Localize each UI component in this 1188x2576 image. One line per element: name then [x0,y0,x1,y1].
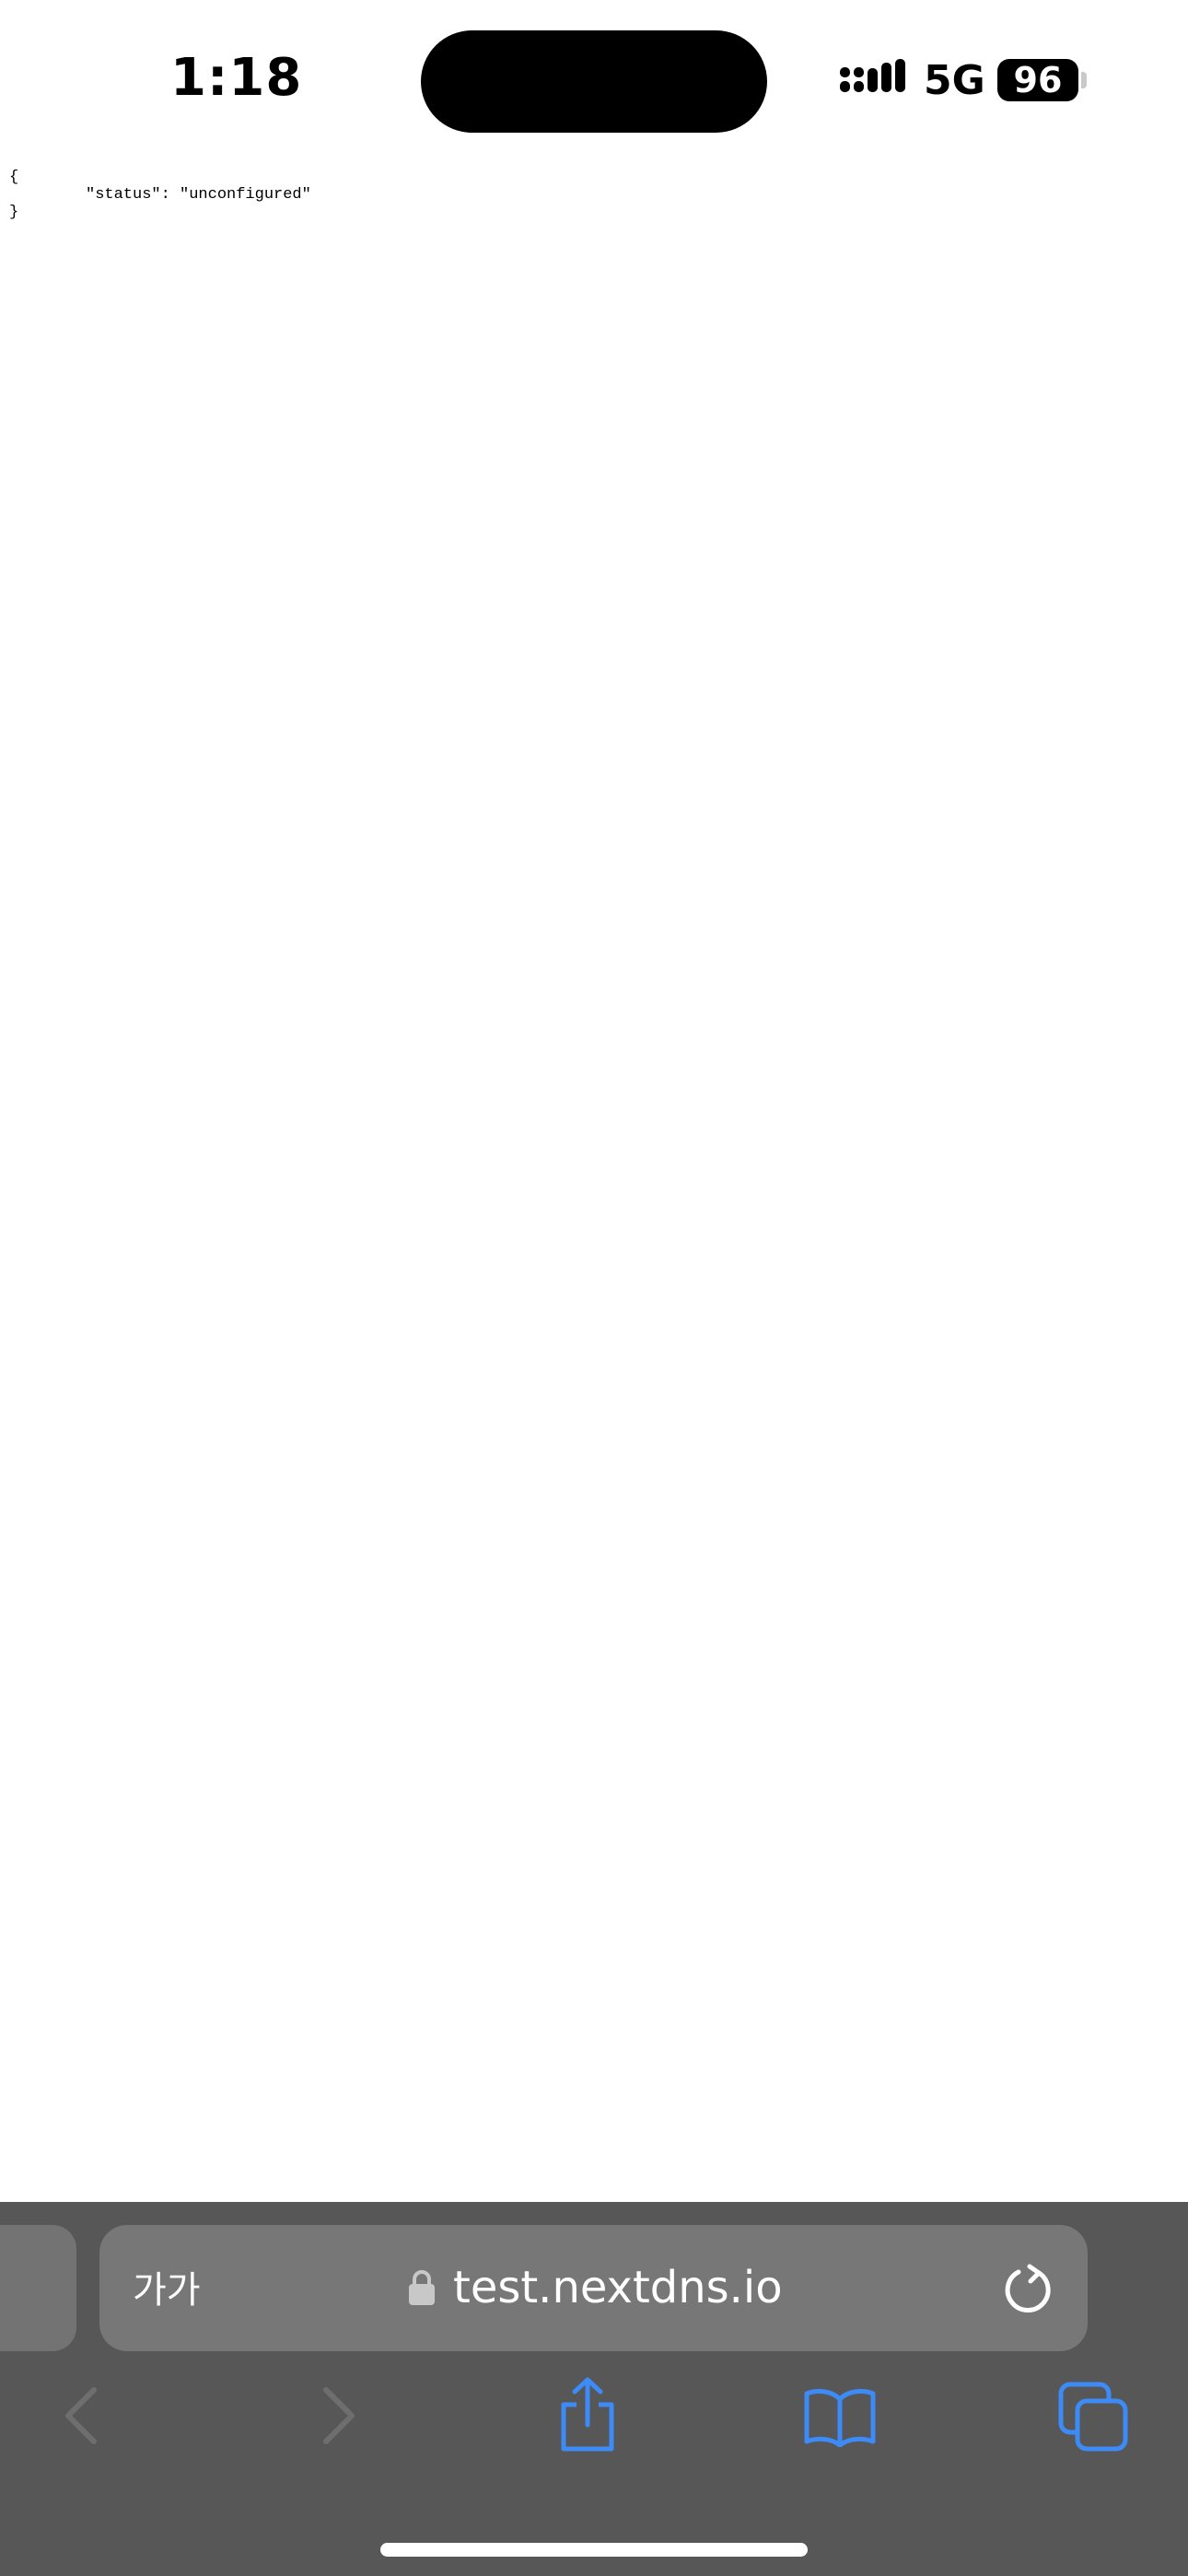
cellular-signal-icon [840,59,905,92]
json-response: { "status": "unconfigured" } [9,169,311,221]
reload-icon[interactable] [1002,2264,1054,2315]
json-status-line: "status": "unconfigured" [86,186,311,204]
json-open-brace: { [9,169,19,186]
url-display[interactable]: test.nextdns.io [409,2255,783,2320]
share-icon[interactable] [556,2377,619,2453]
text-size-button[interactable]: 가가 [133,2260,201,2313]
json-close-brace: } [9,204,19,221]
dynamic-island [421,30,767,133]
status-time: 1:18 [170,48,303,108]
address-bar[interactable]: 가가 test.nextdns.io [99,2225,1088,2351]
tabs-icon[interactable] [1057,2381,1129,2453]
back-chevron-icon[interactable] [61,2386,101,2445]
home-indicator[interactable] [380,2543,808,2557]
previous-tab-preview[interactable] [0,2225,76,2351]
battery-indicator: 96 [997,59,1078,101]
lock-icon [409,2270,435,2305]
battery-cap [1081,72,1087,88]
url-text[interactable]: test.nextdns.io [453,2262,783,2313]
browser-toolbar: 가가 test.nextdns.io [0,2202,1188,2576]
forward-chevron-icon[interactable] [319,2386,359,2445]
status-bar: 1:18 5G 96 [0,0,1188,161]
network-type-label: 5G [924,57,985,104]
bookmarks-book-icon[interactable] [803,2386,877,2447]
